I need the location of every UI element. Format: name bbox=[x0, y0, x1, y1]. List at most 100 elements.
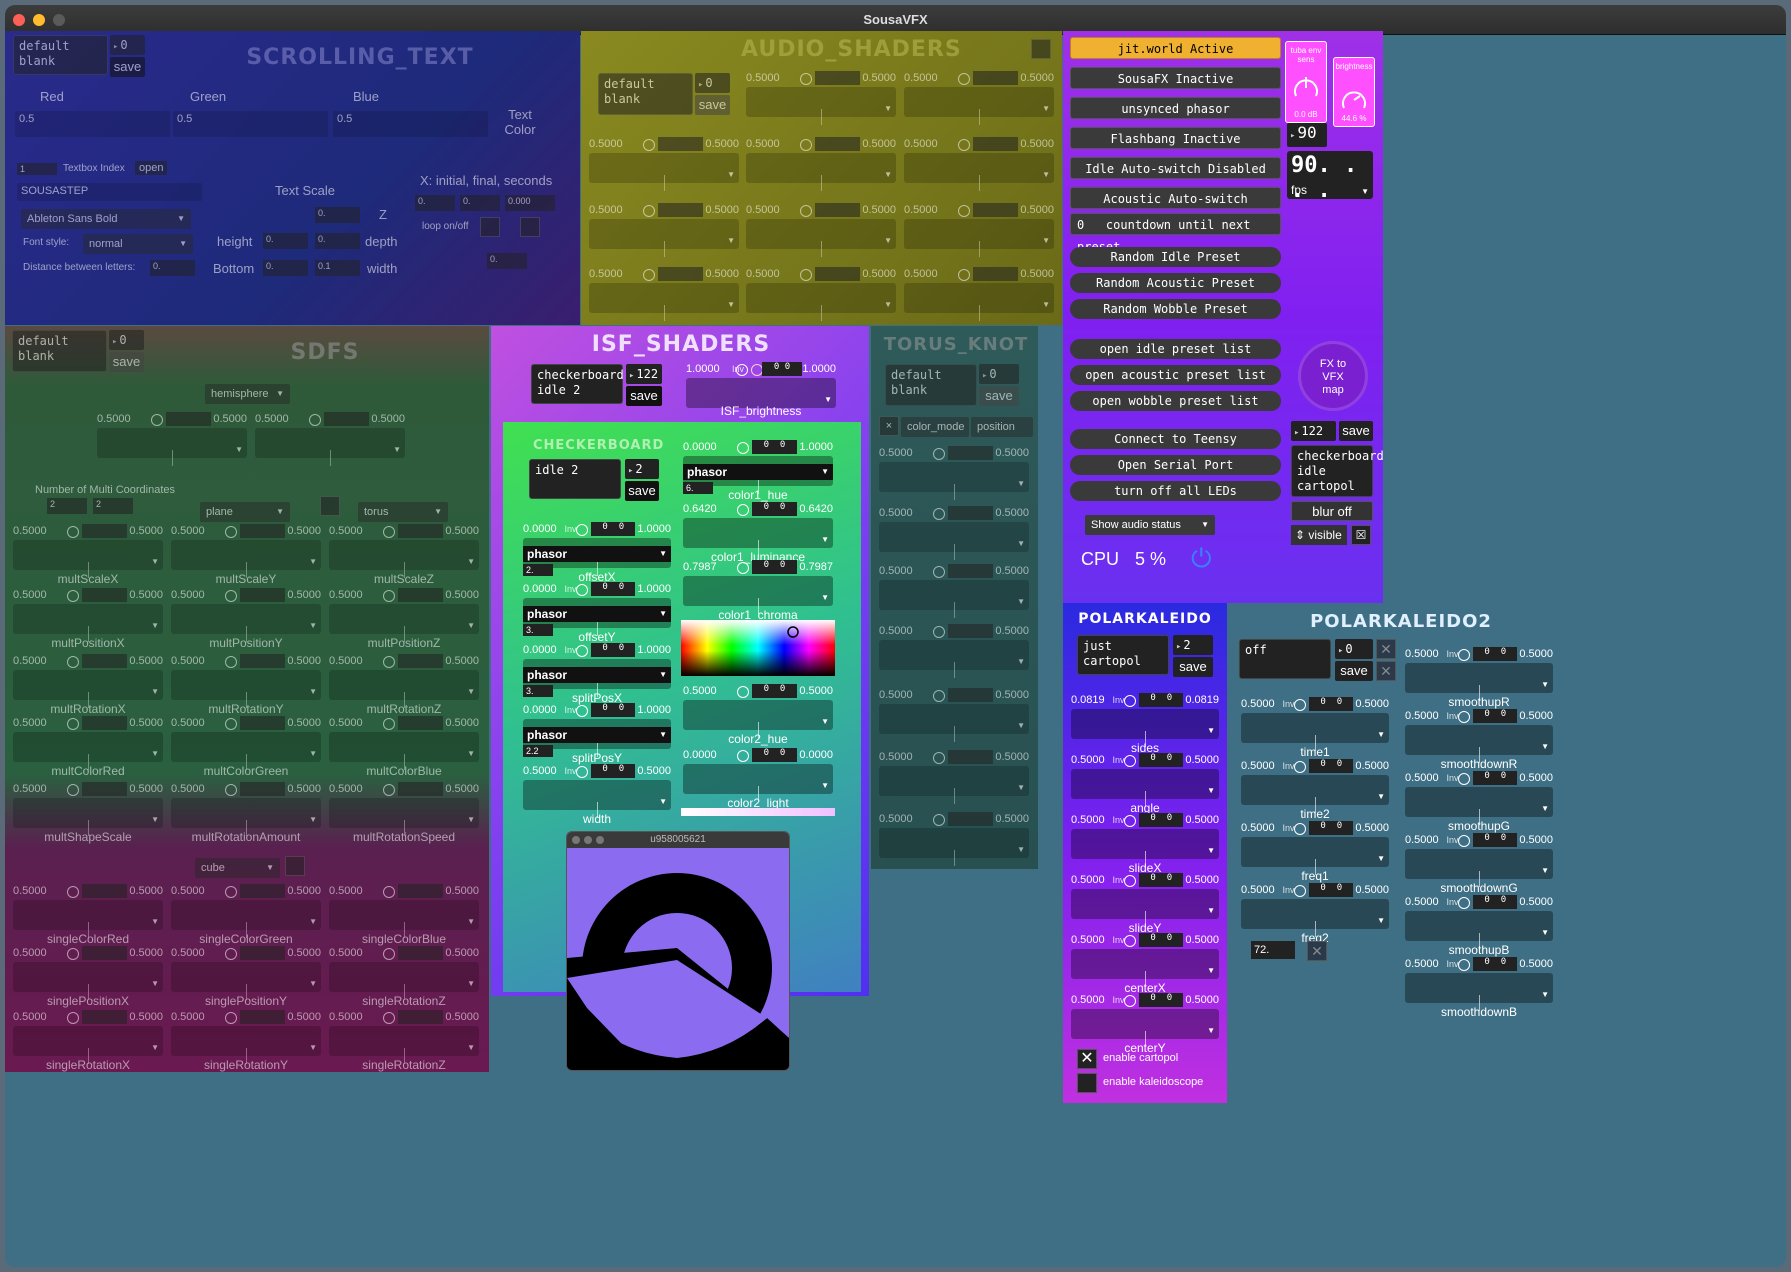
torus-slider[interactable]: 0.5000 0.5000 ▼ bbox=[879, 506, 1029, 560]
brightness-slider[interactable]: 1.0000 Inv 0 0 1.0000 ▼ bbox=[686, 362, 836, 408]
mult-count-number[interactable]: 2 bbox=[47, 498, 87, 514]
slider-range-number[interactable] bbox=[82, 654, 127, 668]
sdf-mult-slider[interactable]: 0.5000 0.5000 ▼ bbox=[13, 524, 163, 578]
polar2-left-slider-2[interactable]: 0.5000 0.5000 Inv 0 0 ▼ bbox=[1241, 821, 1389, 875]
slider-range-number[interactable] bbox=[82, 588, 127, 602]
sdf-single-slider[interactable]: 0.5000 0.5000 ▼ bbox=[329, 946, 479, 1000]
slider-range-number[interactable]: 0 0 bbox=[1473, 895, 1518, 909]
slider-track[interactable]: ▼ bbox=[589, 219, 739, 257]
torus-toggle[interactable]: × bbox=[879, 416, 899, 436]
slider-range-number[interactable] bbox=[815, 267, 860, 281]
invert-label[interactable]: Inv bbox=[1282, 885, 1294, 895]
slider-range-number[interactable] bbox=[658, 203, 703, 217]
phasor-menu[interactable]: phasor ▼ bbox=[523, 727, 671, 743]
slider-range-number[interactable] bbox=[398, 946, 443, 960]
slider-track[interactable]: ▼ bbox=[683, 518, 833, 556]
kaleidoscope-toggle[interactable] bbox=[1077, 1073, 1097, 1093]
slider-knob[interactable] bbox=[383, 1012, 395, 1024]
serial-button-0[interactable]: Connect to Teensy bbox=[1070, 429, 1281, 449]
slider-range-number[interactable] bbox=[82, 782, 127, 796]
audio-shader-slider[interactable]: 0.5000 0.5000 ▼ bbox=[589, 137, 739, 191]
slider-range-number[interactable] bbox=[398, 782, 443, 796]
slider-track[interactable]: ▼ bbox=[746, 283, 896, 321]
slider-range-number[interactable] bbox=[240, 782, 285, 796]
slider-track[interactable]: ▼ bbox=[746, 87, 896, 125]
slider-track[interactable]: ▼ bbox=[589, 283, 739, 321]
slider-range-number[interactable]: 0 0 bbox=[591, 764, 636, 778]
slider-range-number[interactable] bbox=[658, 267, 703, 281]
slider-knob[interactable] bbox=[737, 750, 749, 762]
polar-slider-4[interactable]: 0.5000 0.5000 Inv 0 0 ▼ bbox=[1071, 933, 1219, 987]
slider-track[interactable]: ▼ bbox=[1241, 713, 1389, 751]
invert-label[interactable]: Inv bbox=[1446, 835, 1458, 845]
serial-button-2[interactable]: turn off all LEDs bbox=[1070, 481, 1281, 501]
loop-toggle-2[interactable] bbox=[520, 217, 540, 237]
slider-track[interactable]: ▼ bbox=[1071, 829, 1219, 867]
slider-knob[interactable] bbox=[1294, 885, 1307, 897]
tuba-dial[interactable]: tuba env sens 0.0 dB bbox=[1285, 41, 1327, 123]
checker-right-slider-4[interactable]: 0.0000 0.0000 0 0 ▼ bbox=[683, 748, 833, 802]
slider-range-number[interactable]: 0 0 bbox=[591, 703, 636, 717]
slider-track[interactable]: ▼ bbox=[13, 900, 163, 938]
slider-track[interactable]: ▼ bbox=[171, 540, 321, 578]
slider-range-number[interactable] bbox=[815, 203, 860, 217]
save-button[interactable]: save bbox=[1335, 661, 1373, 681]
slider-range-number[interactable] bbox=[166, 412, 211, 426]
slider-knob[interactable] bbox=[151, 414, 163, 426]
slider-knob[interactable] bbox=[1458, 897, 1471, 909]
slider-track[interactable]: ▼ bbox=[171, 732, 321, 770]
open-button[interactable]: open bbox=[135, 161, 168, 175]
sdf-mult-slider[interactable]: 0.5000 0.5000 ▼ bbox=[171, 782, 321, 836]
slider-track[interactable]: ▼ bbox=[171, 900, 321, 938]
invert-label[interactable]: Inv bbox=[564, 705, 576, 715]
sdf-mult-slider[interactable]: 0.5000 0.5000 ▼ bbox=[329, 782, 479, 836]
sdf-single-slider[interactable]: 0.5000 0.5000 ▼ bbox=[13, 946, 163, 1000]
phasor-rate[interactable]: 6. bbox=[683, 482, 713, 494]
slider-track[interactable]: ▼ bbox=[904, 283, 1054, 321]
invert-label[interactable]: Inv bbox=[1112, 755, 1124, 765]
slider-track[interactable]: ▼ bbox=[97, 428, 247, 466]
fps-display[interactable]: 90. . . . fps ▼ bbox=[1287, 151, 1373, 203]
preset-number[interactable]: 0 bbox=[109, 330, 144, 350]
slider-knob[interactable] bbox=[1458, 959, 1471, 971]
slider-range-number[interactable] bbox=[240, 946, 285, 960]
polar-slider-3[interactable]: 0.5000 0.5000 Inv 0 0 ▼ bbox=[1071, 873, 1219, 927]
slider-knob[interactable] bbox=[309, 414, 321, 426]
slider-range-number[interactable] bbox=[658, 137, 703, 151]
slider-range-number[interactable]: 0 0 bbox=[1473, 771, 1518, 785]
slider-track[interactable]: ▼ bbox=[1405, 725, 1553, 763]
invert-label[interactable]: Inv bbox=[1282, 823, 1294, 833]
slider-range-number[interactable] bbox=[82, 716, 127, 730]
slider-knob[interactable] bbox=[800, 73, 812, 85]
invert-label[interactable]: Inv bbox=[1112, 995, 1124, 1005]
toggle-button-5[interactable]: Acoustic Auto-switch Inactive bbox=[1070, 187, 1281, 228]
checker-left-slider-4[interactable]: 0.5000 0.5000 Inv 0 0 ▼ bbox=[523, 764, 671, 818]
sdf-single-slider[interactable]: 0.5000 0.5000 ▼ bbox=[13, 1010, 163, 1064]
save-button[interactable]: save bbox=[1173, 657, 1213, 677]
slider-range-number[interactable]: 0 0 bbox=[591, 522, 636, 536]
slider-track[interactable]: ▼ bbox=[1405, 849, 1553, 887]
slider-knob[interactable] bbox=[933, 814, 945, 826]
height-number[interactable]: 0. bbox=[263, 233, 308, 249]
slider-knob[interactable] bbox=[225, 886, 237, 898]
x-seconds-number[interactable]: 0.000 bbox=[505, 195, 555, 211]
slider-knob[interactable] bbox=[933, 566, 945, 578]
slider-knob[interactable] bbox=[576, 766, 589, 778]
invert-label[interactable]: Inv bbox=[1446, 649, 1458, 659]
cube-toggle[interactable] bbox=[285, 856, 305, 876]
slider-range-number[interactable] bbox=[948, 446, 993, 460]
phasor-rate[interactable]: 3. bbox=[523, 624, 553, 636]
slider-track[interactable]: ▼ bbox=[879, 522, 1029, 560]
sdf-mult-slider[interactable]: 0.5000 0.5000 ▼ bbox=[171, 716, 321, 770]
slider-range-number[interactable]: 0 0 bbox=[1139, 873, 1184, 887]
polar-slider-5[interactable]: 0.5000 0.5000 Inv 0 0 ▼ bbox=[1071, 993, 1219, 1047]
slider-knob[interactable] bbox=[933, 508, 945, 520]
slider-knob[interactable] bbox=[383, 526, 395, 538]
slider-track[interactable]: ▼ bbox=[1405, 911, 1553, 949]
slider-range-number[interactable] bbox=[82, 1010, 127, 1024]
slider-knob[interactable] bbox=[1458, 649, 1471, 661]
sdf-slider[interactable]: 0.5000 0.5000 ▼ bbox=[97, 412, 247, 466]
sdf-single-slider[interactable]: 0.5000 0.5000 ▼ bbox=[13, 884, 163, 938]
slider-range-number[interactable]: 0 0 bbox=[591, 643, 636, 657]
sdf-single-slider[interactable]: 0.5000 0.5000 ▼ bbox=[171, 1010, 321, 1064]
